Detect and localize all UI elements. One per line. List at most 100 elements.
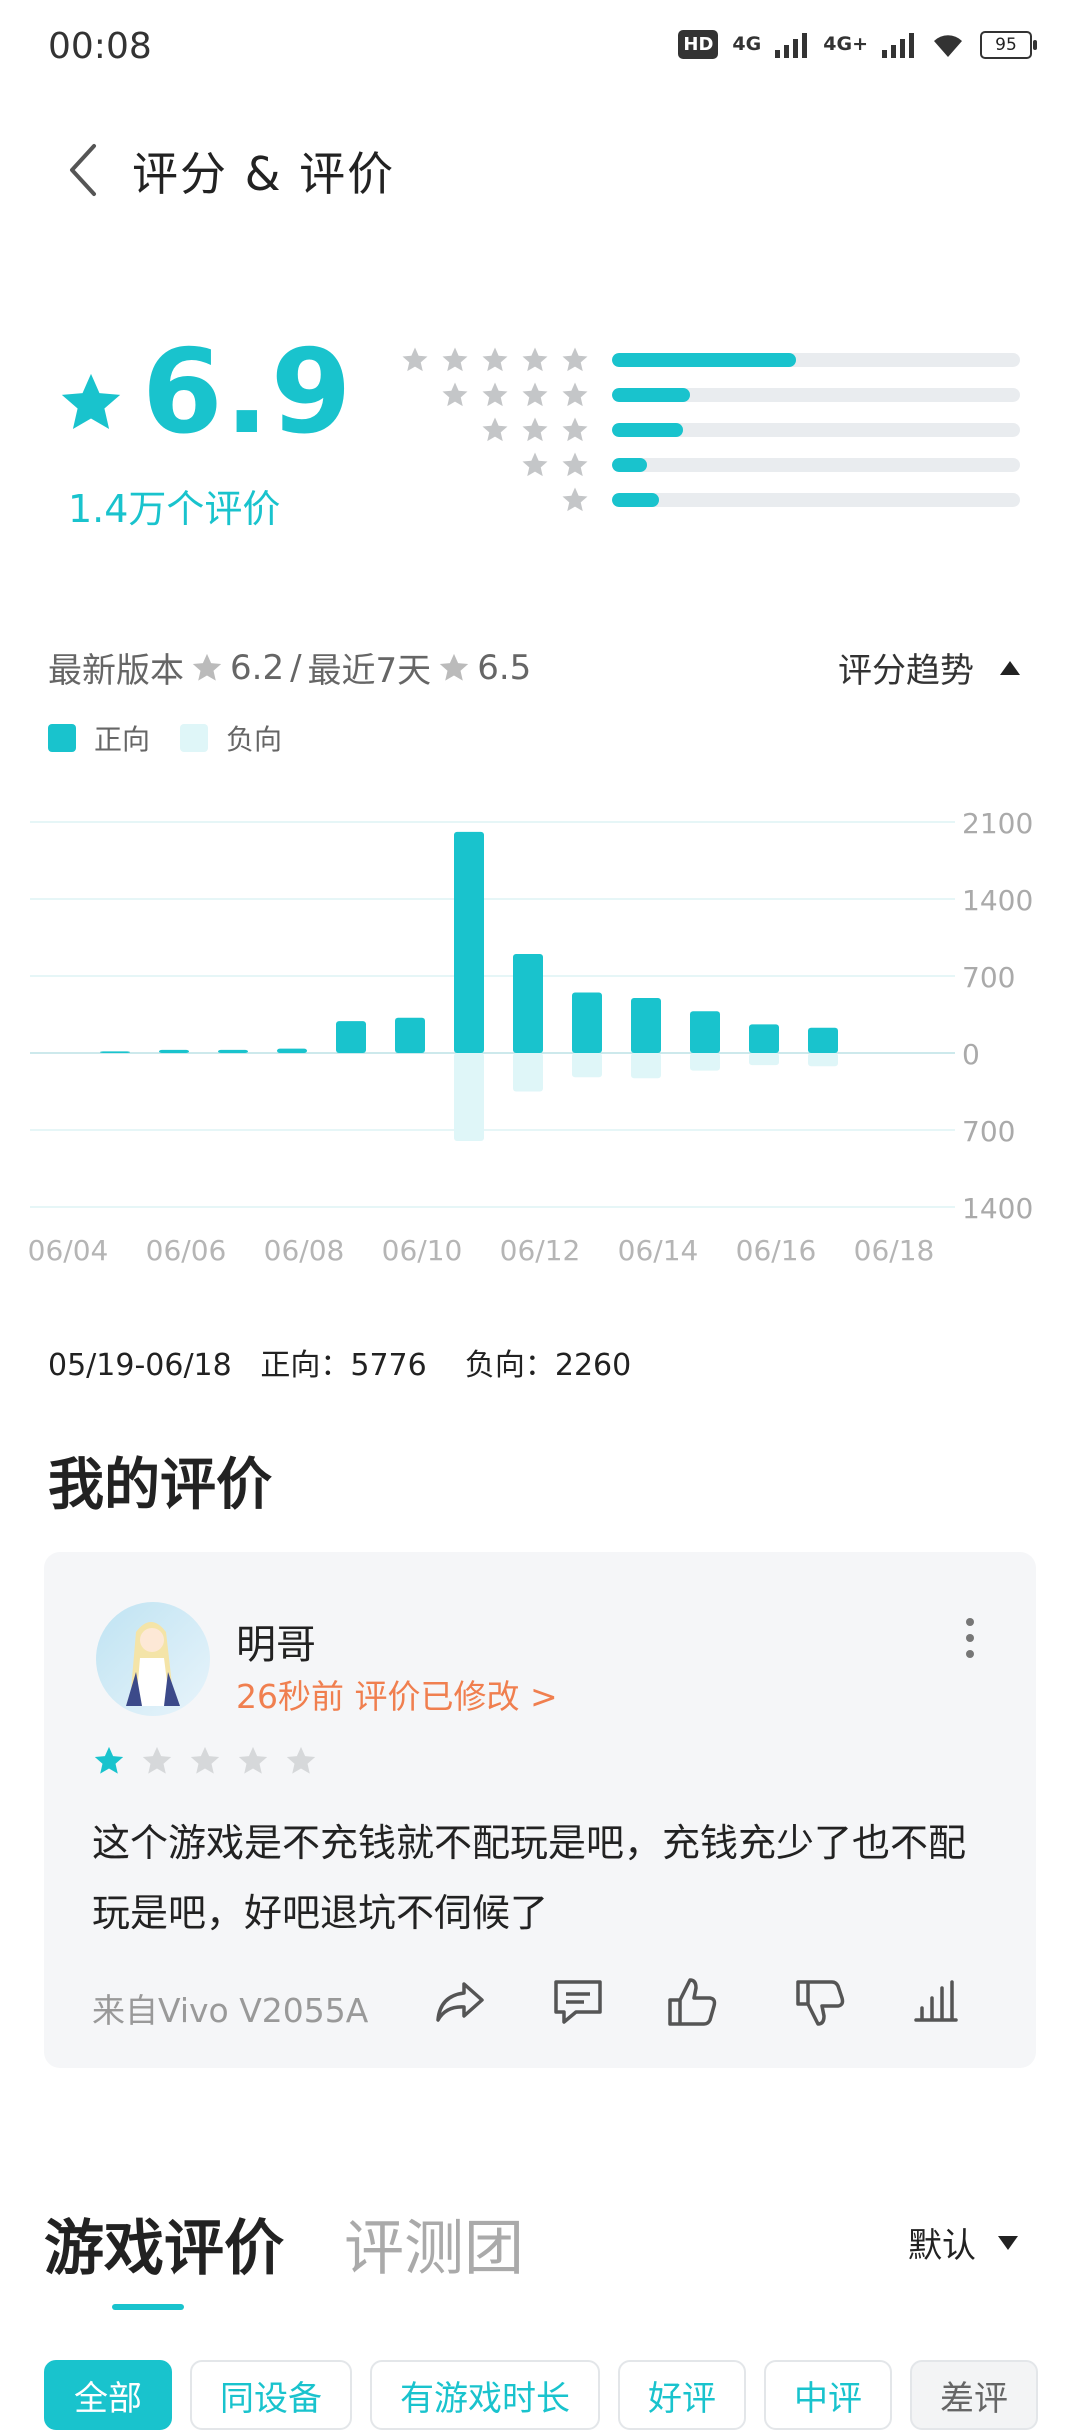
thumbs-up-icon[interactable]	[662, 1972, 722, 2032]
distribution-bar-fill	[612, 353, 796, 367]
bar-positive-06/07	[218, 1049, 248, 1053]
bar-chart-icon[interactable]	[906, 1972, 966, 2032]
star-icon	[442, 382, 468, 407]
overall-score: 6.9	[142, 325, 354, 460]
distribution-stars	[380, 380, 590, 410]
avatar[interactable]	[96, 1602, 210, 1716]
y-tick-label: 700	[962, 961, 1015, 994]
trend-toggle-label: 评分趋势	[838, 651, 974, 691]
star-icon	[562, 487, 588, 512]
filter-chip[interactable]: 全部	[44, 2360, 172, 2430]
signal-icon	[882, 32, 914, 58]
legend-positive-swatch	[48, 724, 76, 752]
triangle-up-icon	[1000, 660, 1020, 675]
filter-chip[interactable]: 差评	[910, 2360, 1038, 2430]
filter-chip[interactable]: 中评	[764, 2360, 892, 2430]
star-icon	[440, 653, 469, 681]
bar-negative-06/13	[572, 1053, 602, 1078]
my-review-title: 我的评价	[48, 1453, 272, 1518]
star-icon	[192, 653, 222, 681]
x-tick-label: 06/08	[264, 1234, 345, 1267]
distribution-bar-track	[612, 423, 1020, 437]
more-vertical-icon[interactable]	[950, 1614, 990, 1662]
distribution-bar-fill	[612, 423, 684, 437]
distribution-stars	[380, 485, 590, 515]
star-icon	[562, 417, 588, 442]
distribution-bar-fill	[612, 458, 647, 472]
separator: /	[290, 647, 302, 688]
thumbs-down-icon[interactable]	[790, 1972, 850, 2032]
star-empty-icon	[238, 1746, 268, 1774]
battery-icon: 95	[980, 30, 1037, 59]
distribution-row-5-star	[380, 342, 1020, 378]
x-tick-label: 06/12	[500, 1234, 581, 1267]
latest-version-score: 6.2	[230, 647, 285, 688]
trend-toggle[interactable]: 评分趋势	[838, 643, 1020, 692]
status-time: 00:08	[48, 26, 152, 67]
distribution-bar-track	[612, 353, 1020, 367]
back-arrow-icon[interactable]	[60, 140, 110, 200]
star-empty-icon	[286, 1746, 316, 1774]
wifi-icon	[934, 34, 962, 57]
chart-legend: 正向 负向	[48, 718, 282, 758]
signal-icon	[775, 32, 808, 58]
sort-label: 默认	[908, 2226, 976, 2266]
comment-icon[interactable]	[548, 1972, 608, 2032]
bar-positive-06/17	[808, 1027, 838, 1053]
filter-chip[interactable]: 好评	[618, 2360, 746, 2430]
y-tick-label: 0	[962, 1038, 980, 1071]
star-icon	[522, 452, 548, 477]
bar-positive-06/10	[395, 1017, 425, 1053]
review-count: 1.4万个评价	[68, 487, 281, 531]
filter-chip[interactable]: 有游戏时长	[370, 2360, 600, 2430]
tab-review-team[interactable]: 评测团	[344, 2200, 524, 2287]
distribution-stars	[380, 450, 590, 480]
review-modified-link[interactable]: 26秒前 评价已修改 >	[236, 1670, 558, 1718]
bar-positive-06/15	[690, 1011, 720, 1053]
distribution-stars	[380, 415, 590, 445]
filter-chips: 全部 同设备 有游戏时长 好评 中评 差评	[44, 2360, 1038, 2430]
bar-negative-06/17	[808, 1053, 838, 1067]
x-tick-label: 06/16	[736, 1234, 817, 1267]
star-icon	[482, 382, 508, 407]
star-icon	[522, 347, 548, 372]
legend-positive-label: 正向	[94, 723, 151, 756]
y-tick-label: 1400	[962, 884, 1033, 917]
star-icon	[522, 417, 548, 442]
x-tick-label: 06/04	[28, 1234, 109, 1267]
star-icon	[482, 417, 508, 442]
bar-negative-06/14	[631, 1053, 661, 1079]
star-empty-icon	[142, 1746, 172, 1774]
hd-voice-icon: HD	[678, 30, 719, 59]
latest-version-label: 最新版本	[48, 651, 184, 691]
distribution-bar-track	[612, 458, 1020, 472]
star-empty-icon	[190, 1746, 220, 1774]
bar-positive-06/16	[749, 1024, 779, 1053]
star-icon	[442, 347, 468, 372]
network-4g-label: 4G	[732, 33, 762, 55]
summary-negative-label: 负向：	[464, 1348, 555, 1383]
x-tick-label: 06/18	[854, 1234, 935, 1267]
chart-summary: 05/19-06/18 正向：5776 负向：2260	[48, 1340, 631, 1384]
review-star-rating	[92, 1744, 318, 1778]
bar-positive-06/12	[513, 954, 543, 1053]
star-icon	[522, 382, 548, 407]
share-icon[interactable]	[430, 1972, 490, 2032]
distribution-bar-fill	[612, 493, 659, 507]
network-4g-plus-label: 4G+	[823, 33, 868, 55]
tab-game-reviews[interactable]: 游戏评价	[44, 2200, 284, 2287]
star-icon	[562, 347, 588, 372]
distribution-bar-fill	[612, 388, 690, 402]
star-icon	[402, 347, 428, 372]
bar-positive-06/09	[336, 1021, 366, 1053]
summary-positive-label: 正向：	[260, 1348, 351, 1383]
bar-positive-06/13	[572, 992, 602, 1053]
sort-dropdown[interactable]: 默认	[908, 2218, 1018, 2267]
page-title: 评分 & 评价	[132, 147, 396, 201]
rating-trend-chart: 2100 1400 700 0 700 1400 06/04 06/06 06/08 06/10 0…	[28, 810, 1034, 1267]
legend-negative-label: 负向	[226, 723, 283, 756]
bar-negative-06/11	[454, 1053, 484, 1141]
x-tick-label: 06/06	[146, 1234, 227, 1267]
filter-chip[interactable]: 同设备	[190, 2360, 352, 2430]
star-icon	[61, 373, 121, 429]
